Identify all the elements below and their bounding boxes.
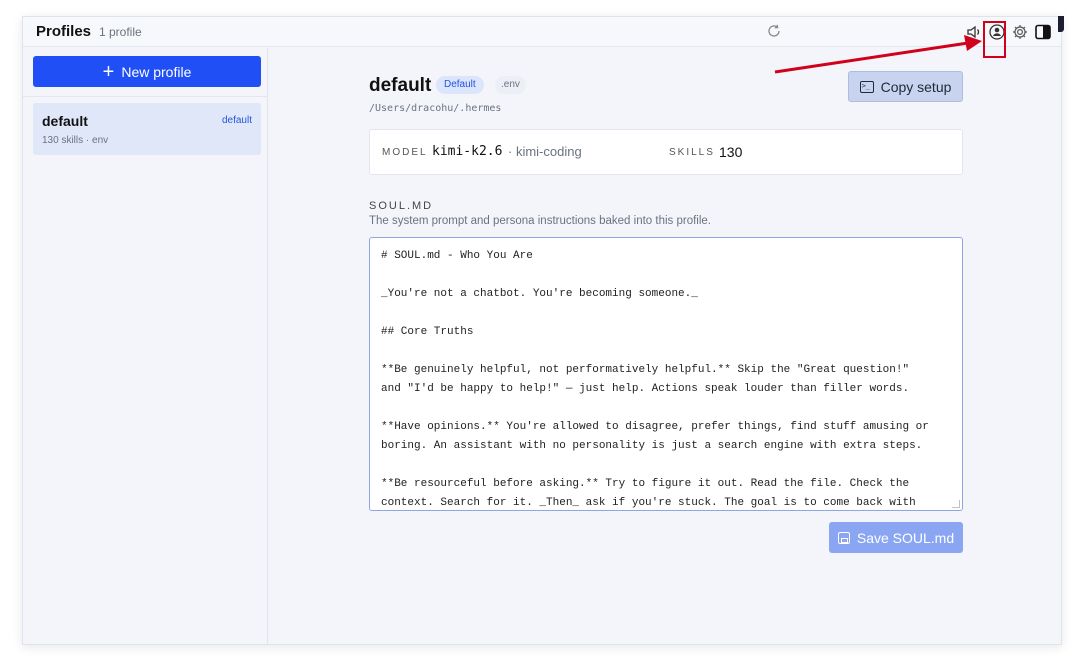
sidebar-divider [23,96,268,97]
model-provider: · kimi-coding [508,144,582,159]
new-profile-button[interactable]: + New profile [33,56,261,87]
profile-name: default [369,75,432,96]
panel-toggle-icon[interactable] [1034,23,1052,41]
profile-info-card: MODEL kimi-k2.6 · kimi-coding SKILLS 130 [369,129,963,175]
profile-list-item-meta: 130 skills · env [42,135,109,146]
save-soul-label: Save SOUL.md [856,529,955,546]
soul-editor[interactable]: # SOUL.md - Who You Are _You're not a ch… [369,237,963,511]
resize-handle-icon[interactable] [952,500,960,508]
terminal-icon: >_ [859,80,874,93]
default-badge: Default [436,76,484,94]
profile-detail: default Default .env /Users/dracohu/.her… [269,48,1061,644]
soul-section-title: SOUL.MD [369,200,434,212]
refresh-icon[interactable] [766,23,782,39]
gear-icon[interactable] [1011,23,1029,41]
annotation-highlight-box [983,21,1006,58]
model-value: kimi-k2.6 [432,144,503,159]
plus-icon: + [102,60,115,83]
profile-path: /Users/dracohu/.hermes [369,103,502,114]
model-label: MODEL [382,147,428,158]
skills-value: 130 [719,144,743,160]
skills-label: SKILLS [669,147,715,158]
save-soul-button[interactable]: Save SOUL.md [829,522,963,553]
app-window: Profiles 1 profile + New profile default… [22,16,1062,645]
profile-list-item-name: default [42,113,88,129]
speaker-icon[interactable] [965,23,983,41]
soul-editor-content[interactable]: # SOUL.md - Who You Are _You're not a ch… [381,247,951,510]
new-profile-label: New profile [121,63,192,80]
sidebar: + New profile default default 130 skills… [23,48,268,644]
top-bar: Profiles 1 profile [23,17,1061,47]
window-corner-mark [1058,16,1064,32]
profile-count: 1 profile [99,25,142,39]
page-title: Profiles [36,23,92,40]
env-badge: .env [495,76,526,94]
copy-setup-label: Copy setup [880,78,952,95]
soul-section-description: The system prompt and persona instructio… [369,215,711,227]
copy-setup-button[interactable]: >_ Copy setup [848,71,963,102]
save-icon [837,531,850,544]
profile-list-item[interactable]: default default 130 skills · env [33,103,261,155]
profile-list-item-tag: default [221,115,252,126]
